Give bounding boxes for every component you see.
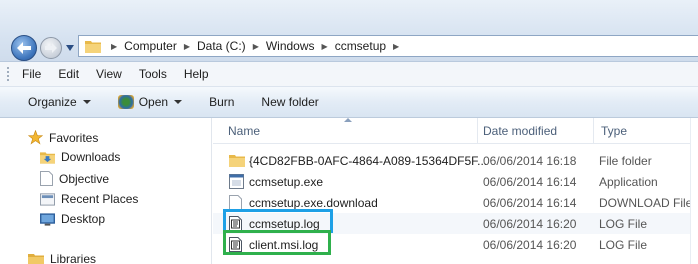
file-date: 06/06/2014 16:14 [483,196,577,210]
file-type: DOWNLOAD File [599,196,693,210]
open-app-icon [117,95,134,109]
title-bar: ▶ Computer ▶ Data (C:) ▶ Windows ▶ ccmse… [0,0,698,62]
chevron-right-icon[interactable]: ▶ [184,42,190,51]
column-header-date[interactable]: Date modified [483,124,557,138]
nav-objective[interactable]: Objective [40,171,109,186]
recent-places-icon [40,193,55,206]
libraries-icon [28,254,44,264]
command-bar: Organize Open Burn New folder [0,87,698,118]
new-folder-label: New folder [261,95,319,109]
nav-favorites[interactable]: Favorites [28,130,98,145]
back-button[interactable] [11,35,37,61]
organize-label: Organize [28,95,77,109]
menu-tools[interactable]: Tools [139,67,167,81]
nav-favorites-label: Favorites [49,130,99,145]
file-type: Application [599,175,658,189]
chevron-right-icon[interactable]: ▶ [322,42,328,51]
table-row[interactable]: {4CD82FBB-0AFC-4864-A089-15364DF5F... 06… [213,150,698,171]
chevron-down-icon [82,100,91,104]
highlight-box-green [223,230,331,255]
column-divider[interactable] [477,118,478,144]
nav-desktop-label: Desktop [61,212,106,226]
open-button[interactable]: Open [117,95,183,109]
menu-help[interactable]: Help [184,67,209,81]
breadcrumb-windows[interactable]: Windows [266,39,315,53]
file-name: ccmsetup.exe.download [249,196,378,210]
vertical-scrollbar[interactable] [690,118,698,264]
recent-pages-dropdown-icon[interactable] [66,45,74,51]
nav-recent-places[interactable]: Recent Places [40,192,138,206]
organize-button[interactable]: Organize [28,95,91,109]
menu-view[interactable]: View [96,67,122,81]
desktop-icon [40,212,55,226]
file-type: File folder [599,154,652,168]
folder-icon [229,155,245,167]
nav-libraries[interactable]: Libraries [28,252,96,264]
nav-downloads[interactable]: Downloads [40,150,120,164]
file-name: ccmsetup.exe [249,175,324,189]
nav-objective-label: Objective [59,171,110,186]
document-icon [40,171,53,186]
nav-libraries-label: Libraries [50,252,97,264]
burn-label: Burn [209,95,235,109]
column-headers: Name Date modified Type [213,118,698,144]
address-bar[interactable]: ▶ Computer ▶ Data (C:) ▶ Windows ▶ ccmse… [78,35,698,57]
file-type: LOG File [599,217,648,231]
star-icon [28,130,43,145]
nav-downloads-label: Downloads [61,150,121,164]
column-header-name[interactable]: Name [228,124,260,138]
burn-button[interactable]: Burn [209,95,234,109]
breadcrumb-ccmsetup[interactable]: ccmsetup [335,39,386,53]
chevron-right-icon[interactable]: ▶ [253,42,259,51]
sort-ascending-icon [344,118,352,122]
new-folder-button[interactable]: New folder [261,95,318,109]
menu-edit[interactable]: Edit [58,67,79,81]
folder-icon [85,41,101,53]
menu-bar: File Edit View Tools Help [0,62,698,87]
file-date: 06/06/2014 16:20 [483,238,577,252]
arrow-left-icon [17,42,31,54]
open-label: Open [138,95,169,109]
chevron-down-icon [174,100,183,104]
chevron-right-icon[interactable]: ▶ [393,42,399,51]
column-divider[interactable] [593,118,594,144]
forward-button[interactable] [40,37,62,59]
breadcrumb-computer[interactable]: Computer [124,39,177,53]
file-icon [229,195,242,210]
file-date: 06/06/2014 16:20 [483,217,577,231]
navigation-pane: Favorites Downloads Objective Recent Pla… [0,118,212,264]
file-date: 06/06/2014 16:14 [483,175,577,189]
breadcrumb-data-c[interactable]: Data (C:) [197,39,246,53]
file-name: {4CD82FBB-0AFC-4864-A089-15364DF5F... [249,154,488,168]
menu-file[interactable]: File [22,67,41,81]
chevron-right-icon[interactable]: ▶ [111,42,117,51]
downloads-folder-icon [40,152,55,164]
application-icon [229,174,244,189]
nav-desktop[interactable]: Desktop [40,212,105,226]
file-type: LOG File [599,238,648,252]
arrow-right-icon [45,43,57,53]
file-date: 06/06/2014 16:18 [483,154,577,168]
column-header-type[interactable]: Type [601,124,627,138]
gripper [6,66,10,82]
nav-recent-places-label: Recent Places [61,192,139,206]
table-row[interactable]: ccmsetup.exe 06/06/2014 16:14 Applicatio… [213,171,698,192]
